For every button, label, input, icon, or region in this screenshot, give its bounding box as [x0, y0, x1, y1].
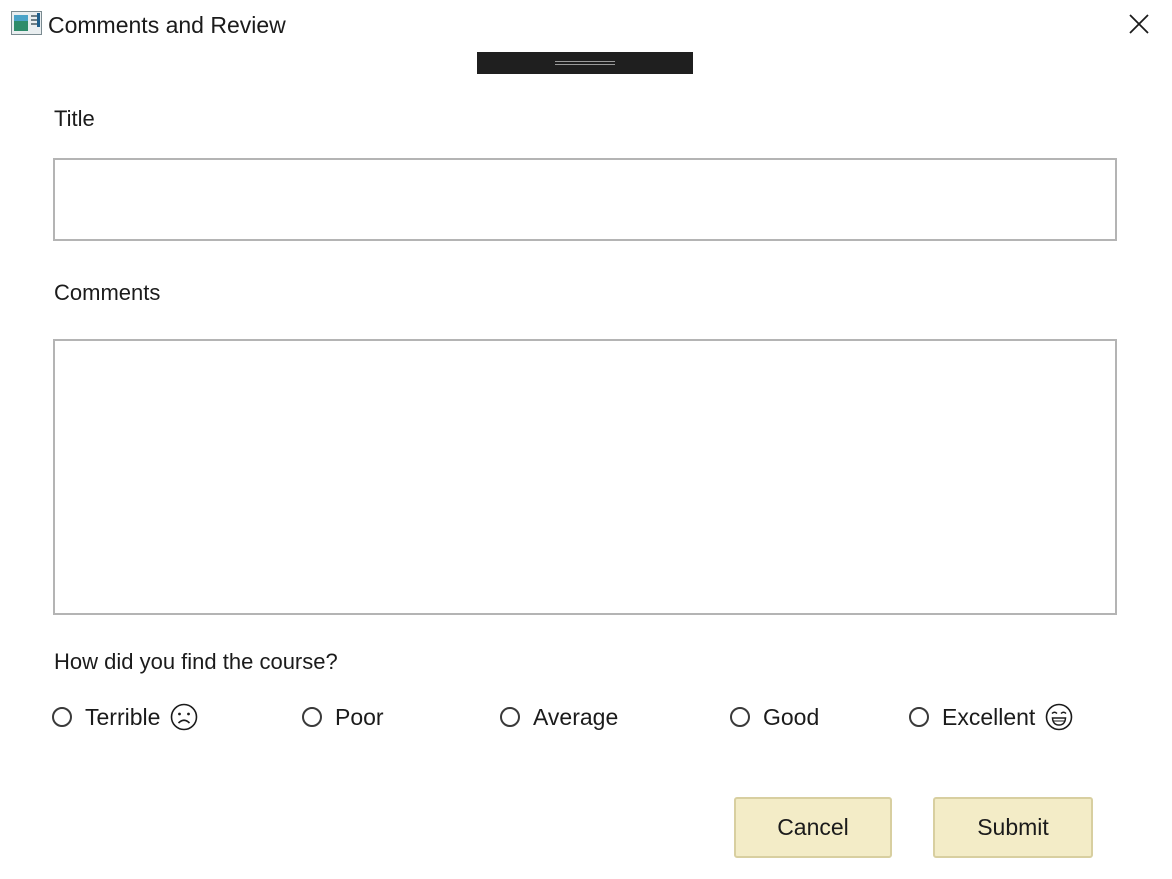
rating-label: Poor — [335, 704, 384, 730]
rating-option-poor[interactable]: Poor — [301, 699, 384, 735]
grip-line — [555, 64, 615, 65]
window-title: Comments and Review — [48, 12, 286, 38]
title-bar: Comments and Review — [0, 0, 1172, 48]
sad-face-icon — [171, 703, 198, 731]
radio-button[interactable] — [302, 707, 322, 727]
grinning-face-icon — [1046, 703, 1073, 731]
radio-button[interactable] — [52, 707, 72, 727]
close-button[interactable] — [1121, 6, 1157, 42]
radio-button[interactable] — [909, 707, 929, 727]
rating-option-terrible[interactable]: Terrible — [51, 699, 198, 735]
comments-textarea[interactable] — [53, 339, 1117, 615]
grip-line — [555, 61, 615, 62]
rating-label: Terrible — [85, 704, 161, 730]
rating-label: Excellent — [942, 704, 1036, 730]
submit-button[interactable]: Submit — [933, 797, 1093, 858]
rating-label: Good — [763, 704, 820, 730]
close-icon — [1129, 14, 1149, 34]
title-label: Title — [54, 106, 95, 131]
radio-button[interactable] — [730, 707, 750, 727]
radio-button[interactable] — [500, 707, 520, 727]
cancel-button[interactable]: Cancel — [734, 797, 892, 858]
form-app-icon — [11, 11, 42, 35]
drag-handle[interactable] — [477, 52, 693, 74]
rating-option-excellent[interactable]: Excellent — [908, 699, 1073, 735]
rating-option-good[interactable]: Good — [729, 699, 819, 735]
rating-option-average[interactable]: Average — [499, 699, 618, 735]
comments-label: Comments — [54, 280, 161, 305]
rating-question: How did you find the course? — [54, 649, 338, 674]
title-input[interactable] — [53, 158, 1117, 241]
rating-label: Average — [533, 704, 619, 730]
